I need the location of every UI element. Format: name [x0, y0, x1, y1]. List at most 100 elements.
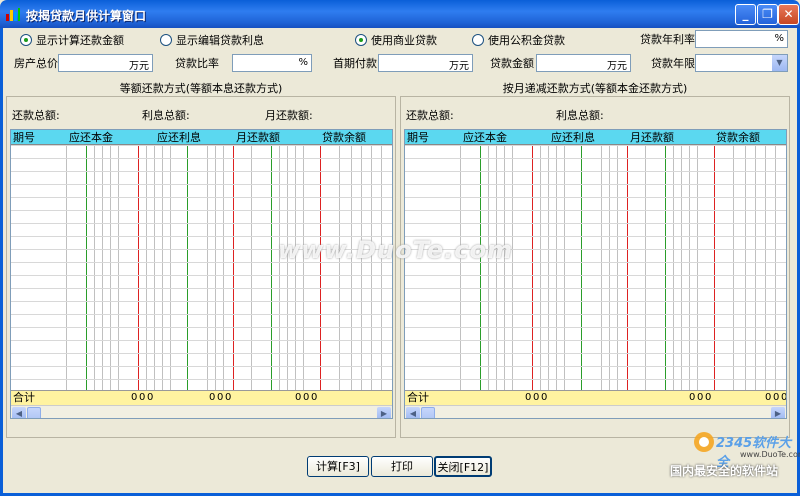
- left-panel-title: 等额还款方式(等额本息还款方式): [119, 82, 283, 95]
- grid-row-line: [11, 197, 392, 198]
- grid-row-line: [11, 301, 392, 302]
- col-principal: 应还本金: [69, 131, 113, 144]
- chevron-down-icon[interactable]: ▼: [771, 55, 787, 71]
- grid-row-line: [405, 327, 786, 328]
- radio-provident-loan[interactable]: 使用公积金贷款: [472, 33, 565, 47]
- grid-row-line: [405, 366, 786, 367]
- grid-row-line: [11, 223, 392, 224]
- left-monthly: 月还款额:: [265, 109, 313, 122]
- grid-row-line: [405, 197, 786, 198]
- left-table[interactable]: 期号 应还本金 应还利息 月还款额 贷款余额 合计 0 0 0 0 0 0 0 …: [10, 129, 393, 419]
- maximize-icon[interactable]: ❐: [757, 4, 778, 25]
- scroll-right-icon[interactable]: ▶: [771, 407, 785, 418]
- grid-row-line: [11, 184, 392, 185]
- window-title: 按揭贷款月供计算窗口: [26, 9, 147, 23]
- grid-row-line: [405, 353, 786, 354]
- grid-row-line: [11, 145, 392, 146]
- col-interest: 应还利息: [551, 131, 595, 144]
- col-period: 期号: [407, 131, 429, 144]
- grid-row-line: [11, 171, 392, 172]
- grid-row-line: [405, 301, 786, 302]
- minimize-icon[interactable]: _: [735, 4, 756, 25]
- annual-rate-input[interactable]: %: [695, 30, 788, 48]
- left-total-repay: 还款总额:: [12, 109, 60, 122]
- left-total-interest: 利息总额:: [142, 109, 190, 122]
- grid-row-line: [11, 327, 392, 328]
- brand-slogan: 国内最安全的软件站: [670, 464, 779, 478]
- grid-row-line: [405, 184, 786, 185]
- radio-selected-icon: [355, 34, 367, 46]
- left-table-footer: 合计 0 0 0 0 0 0 0 0 0: [11, 390, 392, 405]
- grid-row-line: [11, 288, 392, 289]
- right-panel-title: 按月递减还款方式(等额本金还款方式): [502, 82, 688, 95]
- col-monthly: 月还款额: [630, 131, 674, 144]
- col-monthly: 月还款额: [236, 131, 280, 144]
- grid-row-line: [405, 340, 786, 341]
- loan-amount-label: 贷款金额: [490, 57, 534, 70]
- grid-row-line: [405, 379, 786, 380]
- grid-row-line: [11, 366, 392, 367]
- grid-row-line: [11, 158, 392, 159]
- right-horizontal-scrollbar[interactable]: ◀ ▶: [405, 405, 786, 418]
- right-panel-box: 还款总额: 利息总额: 期号 应还本金 应还利息 月还款额 贷款余额 合计 0 …: [400, 96, 790, 438]
- radio-empty-icon: [472, 34, 484, 46]
- grid-row-line: [11, 314, 392, 315]
- annual-rate-label: 贷款年利率: [640, 33, 695, 46]
- grid-row-line: [11, 275, 392, 276]
- loan-term-select[interactable]: ▼: [695, 54, 788, 72]
- radio-empty-icon: [160, 34, 172, 46]
- loan-ratio-input[interactable]: %: [232, 54, 312, 72]
- grid-row-line: [405, 223, 786, 224]
- down-payment-label: 首期付款: [333, 57, 377, 70]
- scroll-left-icon[interactable]: ◀: [406, 407, 420, 418]
- left-panel-box: 还款总额: 利息总额: 月还款额: 期号 应还本金 应还利息 月还款额 贷款余额…: [6, 96, 396, 438]
- right-table[interactable]: 期号 应还本金 应还利息 月还款额 贷款余额 合计 0 0 0 0 0 0 0 …: [404, 129, 787, 419]
- loan-ratio-label: 贷款比率: [175, 57, 219, 70]
- scroll-thumb[interactable]: [421, 407, 435, 418]
- grid-row-line: [405, 288, 786, 289]
- col-interest: 应还利息: [157, 131, 201, 144]
- scroll-left-icon[interactable]: ◀: [12, 407, 26, 418]
- house-price-label: 房产总价: [14, 57, 58, 70]
- grid-row-line: [11, 210, 392, 211]
- loan-amount-input[interactable]: 万元: [536, 54, 631, 72]
- col-balance: 贷款余额: [716, 131, 760, 144]
- col-principal: 应还本金: [463, 131, 507, 144]
- down-payment-input[interactable]: 万元: [378, 54, 473, 72]
- brand-url: www.DuoTe.com: [740, 450, 800, 459]
- radio-show-total[interactable]: 显示计算还款金额: [20, 33, 124, 47]
- radio-selected-icon: [20, 34, 32, 46]
- grid-row-line: [405, 171, 786, 172]
- grid-row-line: [405, 158, 786, 159]
- left-table-header: 期号 应还本金 应还利息 月还款额 贷款余额: [11, 130, 392, 145]
- col-period: 期号: [13, 131, 35, 144]
- footer-total-label: 合计: [13, 391, 35, 404]
- grid-row-line: [405, 275, 786, 276]
- footer-total-label: 合计: [407, 391, 429, 404]
- loan-term-label: 贷款年限: [651, 57, 695, 70]
- grid-row-line: [405, 210, 786, 211]
- close-icon[interactable]: ✕: [778, 4, 799, 25]
- radio-show-edit[interactable]: 显示编辑贷款利息: [160, 33, 264, 47]
- house-price-input[interactable]: 万元: [58, 54, 153, 72]
- grid-row-line: [11, 353, 392, 354]
- grid-row-line: [11, 340, 392, 341]
- grid-row-line: [405, 145, 786, 146]
- radio-commercial-loan[interactable]: 使用商业贷款: [355, 33, 437, 47]
- right-table-header: 期号 应还本金 应还利息 月还款额 贷款余额: [405, 130, 786, 145]
- calculate-button[interactable]: 计算[F3]: [307, 456, 369, 477]
- grid-row-line: [405, 314, 786, 315]
- right-total-interest: 利息总额:: [556, 109, 604, 122]
- col-balance: 贷款余额: [322, 131, 366, 144]
- right-total-repay: 还款总额:: [406, 109, 454, 122]
- close-button[interactable]: 关闭[F12]: [434, 456, 492, 477]
- left-horizontal-scrollbar[interactable]: ◀ ▶: [11, 405, 392, 418]
- right-table-footer: 合计 0 0 0 0 0 0 0 0 0: [405, 390, 787, 405]
- grid-row-line: [11, 379, 392, 380]
- watermark-text: www.DuoTe.com: [278, 236, 513, 264]
- title-bar[interactable]: 按揭贷款月供计算窗口 _ ❐ ✕: [0, 0, 800, 28]
- scroll-thumb[interactable]: [27, 407, 41, 418]
- chart-icon: [6, 8, 20, 21]
- print-button[interactable]: 打印: [371, 456, 433, 477]
- scroll-right-icon[interactable]: ▶: [377, 407, 391, 418]
